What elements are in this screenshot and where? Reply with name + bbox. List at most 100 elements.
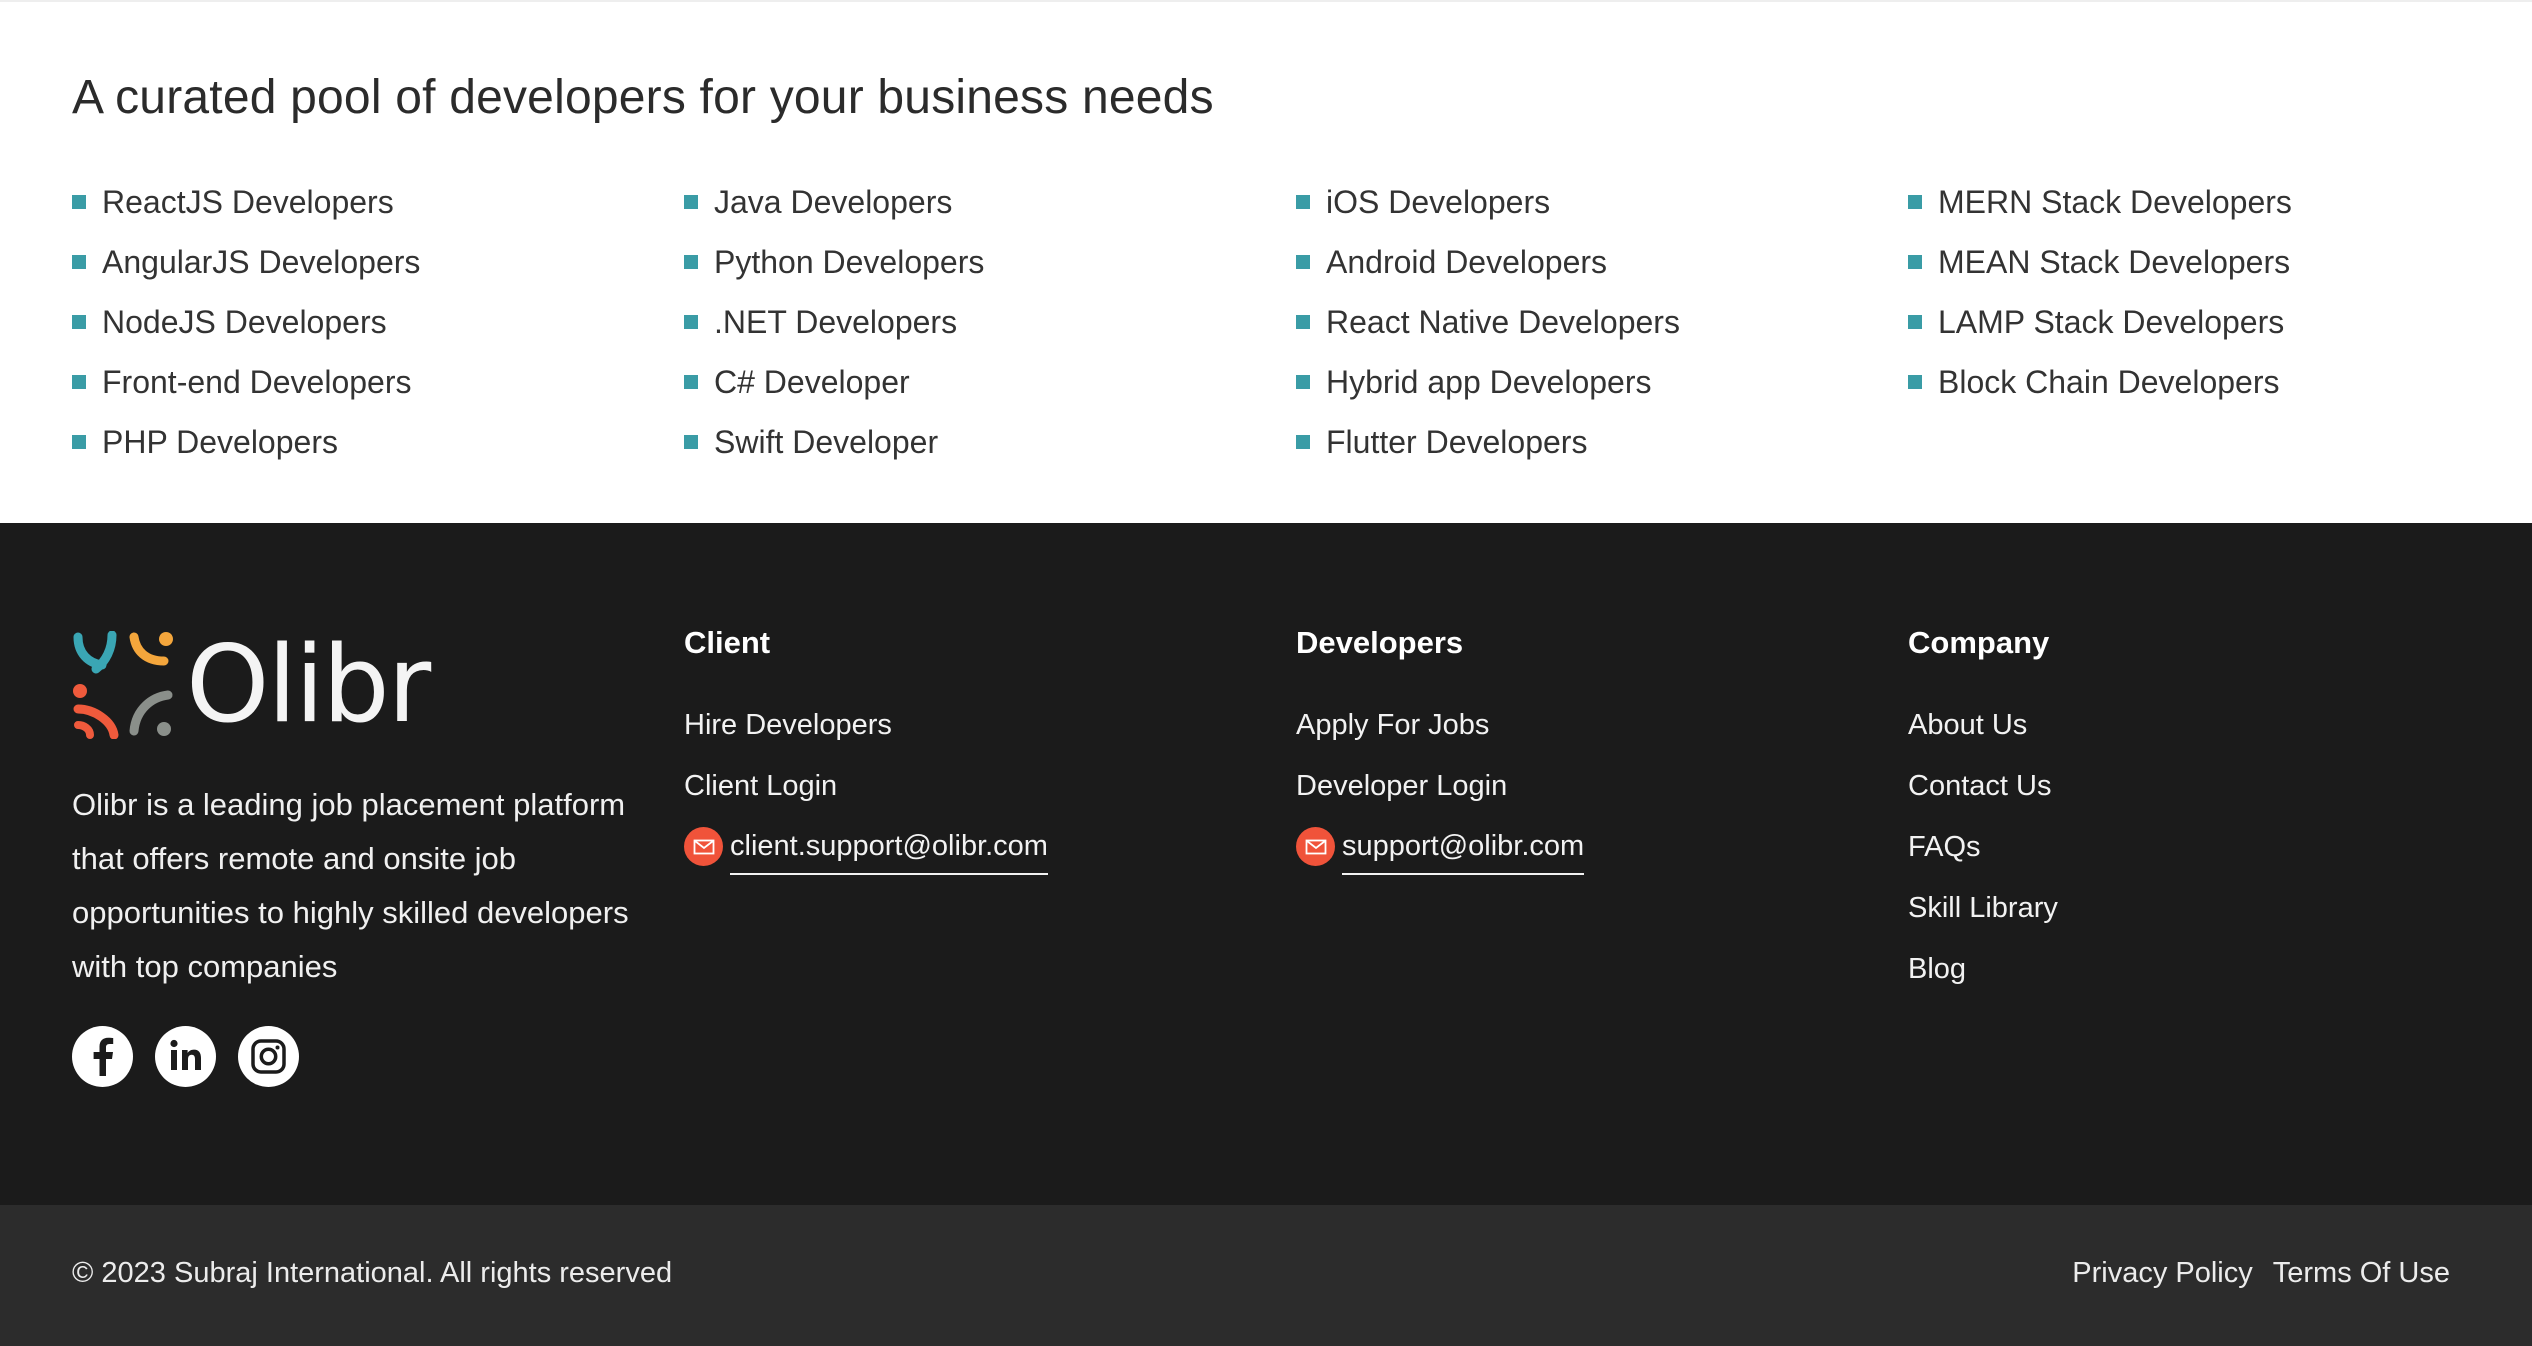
facebook-icon [93, 1037, 114, 1076]
pool-item-mean[interactable]: MEAN Stack Developers [1908, 232, 2508, 292]
pool-item-label: Android Developers [1326, 243, 1608, 280]
bullet-icon [1296, 315, 1310, 329]
footer-client-column: Client Hire Developers Client Login clie… [684, 625, 1048, 888]
bullet-icon [1908, 375, 1922, 389]
pool-item-csharp[interactable]: C# Developer [684, 352, 1284, 412]
pool-item-php[interactable]: PHP Developers [72, 412, 672, 472]
legal-links: Privacy Policy Terms Of Use [2072, 1257, 2450, 1290]
olibr-logo[interactable]: Olibr [72, 623, 431, 746]
pool-item-reactjs[interactable]: ReactJS Developers [72, 172, 672, 232]
pool-item-flutter[interactable]: Flutter Developers [1296, 412, 1896, 472]
pool-item-python[interactable]: Python Developers [684, 232, 1284, 292]
pool-column-3: iOS Developers Android Developers React … [1296, 172, 1896, 472]
privacy-policy-link[interactable]: Privacy Policy [2072, 1257, 2253, 1290]
pool-item-label: Block Chain Developers [1938, 363, 2280, 400]
pool-item-label: Swift Developer [714, 423, 939, 460]
bullet-icon [1908, 315, 1922, 329]
footer-bottom-bar: © 2023 Subraj International. All rights … [0, 1205, 2532, 1346]
bullet-icon [1908, 195, 1922, 209]
pool-title: A curated pool of developers for your bu… [72, 71, 1214, 124]
pool-item-ios[interactable]: iOS Developers [1296, 172, 1896, 232]
pool-item-java[interactable]: Java Developers [684, 172, 1284, 232]
pool-item-nodejs[interactable]: NodeJS Developers [72, 292, 672, 352]
pool-item-label: PHP Developers [102, 423, 338, 460]
instagram-link[interactable] [238, 1026, 299, 1087]
bullet-icon [72, 315, 86, 329]
site-footer: Olibr Olibr is a leading job placement p… [0, 523, 2532, 1205]
bullet-icon [1296, 255, 1310, 269]
client-support-email: client.support@olibr.com [730, 827, 1048, 875]
developer-pool-section: A curated pool of developers for your bu… [0, 0, 2532, 523]
pool-item-android[interactable]: Android Developers [1296, 232, 1896, 292]
hire-developers-link[interactable]: Hire Developers [684, 705, 1048, 766]
social-links [72, 1026, 299, 1087]
footer-company-column: Company About Us Contact Us FAQs Skill L… [1908, 625, 2058, 1010]
contact-us-link[interactable]: Contact Us [1908, 766, 2058, 827]
bullet-icon [72, 375, 86, 389]
bullet-icon [72, 255, 86, 269]
bullet-icon [684, 435, 698, 449]
pool-item-label: NodeJS Developers [102, 303, 387, 340]
pool-item-label: Front-end Developers [102, 363, 412, 400]
developers-heading: Developers [1296, 625, 1464, 660]
support-email-link[interactable]: support@olibr.com [1296, 827, 1585, 888]
faqs-link[interactable]: FAQs [1908, 827, 2058, 888]
pool-item-label: .NET Developers [714, 303, 958, 340]
pool-column-4: MERN Stack Developers MEAN Stack Develop… [1908, 172, 2508, 412]
footer-developers-column: Developers Apply For Jobs Developer Logi… [1296, 625, 1585, 888]
client-support-email-link[interactable]: client.support@olibr.com [684, 827, 1048, 888]
pool-item-label: React Native Developers [1326, 303, 1680, 340]
pool-item-label: Flutter Developers [1326, 423, 1588, 460]
mail-icon [684, 827, 723, 866]
pool-column-2: Java Developers Python Developers .NET D… [684, 172, 1284, 472]
bullet-icon [1296, 435, 1310, 449]
pool-item-label: MEAN Stack Developers [1938, 243, 2291, 280]
about-us-link[interactable]: About Us [1908, 705, 2058, 766]
client-heading: Client [684, 625, 771, 660]
apply-for-jobs-link[interactable]: Apply For Jobs [1296, 705, 1584, 766]
pool-item-mern[interactable]: MERN Stack Developers [1908, 172, 2508, 232]
instagram-icon [251, 1039, 286, 1074]
pool-item-label: iOS Developers [1326, 183, 1551, 220]
pool-item-swift[interactable]: Swift Developer [684, 412, 1284, 472]
pool-item-label: ReactJS Developers [102, 183, 394, 220]
bullet-icon [1296, 375, 1310, 389]
pool-item-label: Python Developers [714, 243, 985, 280]
about-text: Olibr is a leading job placement platfor… [72, 787, 629, 984]
skill-library-link[interactable]: Skill Library [1908, 888, 2058, 949]
company-heading: Company [1908, 625, 2050, 660]
bullet-icon [1908, 255, 1922, 269]
bullet-icon [684, 255, 698, 269]
blog-link[interactable]: Blog [1908, 949, 2058, 1010]
bullet-icon [72, 435, 86, 449]
client-login-link[interactable]: Client Login [684, 766, 1048, 827]
bullet-icon [684, 375, 698, 389]
facebook-link[interactable] [72, 1026, 133, 1087]
olibr-logo-text: Olibr [186, 623, 431, 746]
pool-item-label: Java Developers [714, 183, 953, 220]
pool-item-lamp[interactable]: LAMP Stack Developers [1908, 292, 2508, 352]
linkedin-icon [170, 1039, 201, 1070]
linkedin-link[interactable] [155, 1026, 216, 1087]
terms-of-use-link[interactable]: Terms Of Use [2273, 1257, 2450, 1290]
mail-icon [1296, 827, 1335, 866]
pool-item-blockchain[interactable]: Block Chain Developers [1908, 352, 2508, 412]
pool-item-label: MERN Stack Developers [1938, 183, 2292, 220]
pool-item-react-native[interactable]: React Native Developers [1296, 292, 1896, 352]
bullet-icon [1296, 195, 1310, 209]
bullet-icon [72, 195, 86, 209]
pool-item-label: AngularJS Developers [102, 243, 421, 280]
pool-item-hybrid-app[interactable]: Hybrid app Developers [1296, 352, 1896, 412]
copyright-text: © 2023 Subraj International. All rights … [72, 1257, 673, 1289]
bullet-icon [684, 195, 698, 209]
pool-item-label: LAMP Stack Developers [1938, 303, 2285, 340]
pool-item-angularjs[interactable]: AngularJS Developers [72, 232, 672, 292]
pool-item-label: C# Developer [714, 363, 910, 400]
support-email: support@olibr.com [1342, 827, 1585, 875]
pool-column-1: ReactJS Developers AngularJS Developers … [72, 172, 672, 472]
developer-login-link[interactable]: Developer Login [1296, 766, 1584, 827]
olibr-logo-mark-icon [73, 631, 173, 739]
pool-item-frontend[interactable]: Front-end Developers [72, 352, 672, 412]
pool-item-dotnet[interactable]: .NET Developers [684, 292, 1284, 352]
pool-item-label: Hybrid app Developers [1326, 363, 1652, 400]
